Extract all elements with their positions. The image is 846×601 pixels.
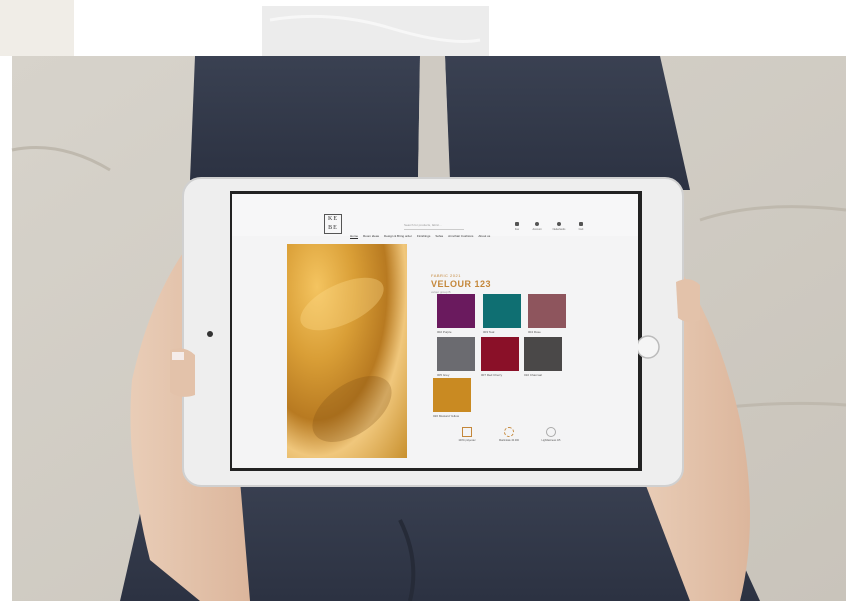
search-input[interactable]: Search for products, fabric... [404, 221, 464, 230]
fabric-swatch[interactable] [437, 337, 475, 371]
account-icon[interactable]: Account [530, 222, 544, 231]
nav-finishings[interactable]: Finishings [417, 234, 431, 238]
language-icon[interactable]: Nederlands [552, 222, 566, 231]
swatch-label: 003 Teal [483, 330, 495, 334]
swatch-label: 004 Rose [528, 330, 541, 334]
swatch-label: 005 Grey [437, 373, 450, 377]
fabric-specs: 100% polyester Martindale 40.000 Lightfa… [452, 427, 572, 457]
product-title: VELOUR 123 [431, 279, 492, 289]
nav-home[interactable]: Home [350, 234, 359, 239]
cart-icon[interactable]: Cart [574, 222, 588, 231]
logo-text-top: KE [328, 216, 338, 222]
fabric-hero-image [287, 244, 407, 458]
fabric-swatch[interactable] [483, 294, 521, 328]
spec-lightfastness: Lightfastness 4/5 [536, 427, 566, 442]
swatch-label: 007 Red Cherry [481, 373, 503, 377]
nav-sofas[interactable]: Sofas [435, 234, 443, 238]
fabric-swatch[interactable] [437, 294, 475, 328]
product-eyebrow: FABRIC 2021 [431, 273, 461, 278]
spec-martindale: Martindale 40.000 [494, 427, 524, 442]
nav-design[interactable]: Design & Bring order [384, 234, 412, 238]
left-beige-strip [0, 0, 74, 56]
tablet-screen: KE BE Search for products, fabric... Fav… [232, 194, 638, 468]
header-icons: Fav Account Nederlands Cart [510, 222, 590, 234]
fabric-swatch[interactable] [481, 337, 519, 371]
nav-about[interactable]: About us [478, 234, 490, 238]
fabric-swatch[interactable] [433, 378, 471, 412]
camera-dot [207, 331, 213, 337]
nav-armchair[interactable]: Armchair Cushions [448, 234, 473, 238]
site-header: KE BE Search for products, fabric... Fav… [232, 194, 638, 239]
fabric-swatch[interactable] [524, 337, 562, 371]
swatch-label: 010 Charcoal [524, 373, 542, 377]
spec-composition: 100% polyester [452, 427, 482, 442]
grid-icon [462, 427, 472, 437]
home-button [636, 335, 660, 359]
sun-icon [546, 427, 556, 437]
swatch-label: 020 Mustard Yellow [433, 414, 460, 418]
site-logo[interactable]: KE BE [324, 214, 342, 234]
favorites-icon[interactable]: Fav [510, 222, 524, 231]
fabric-swatch[interactable] [528, 294, 566, 328]
rub-test-icon [504, 427, 514, 437]
main-nav: Home Room ideas Design & Bring order Finish… [350, 234, 495, 239]
swatch-label: 002 Purple [437, 330, 452, 334]
nav-room-ideas[interactable]: Room ideas [363, 234, 379, 238]
logo-text-bottom: BE [328, 225, 338, 231]
